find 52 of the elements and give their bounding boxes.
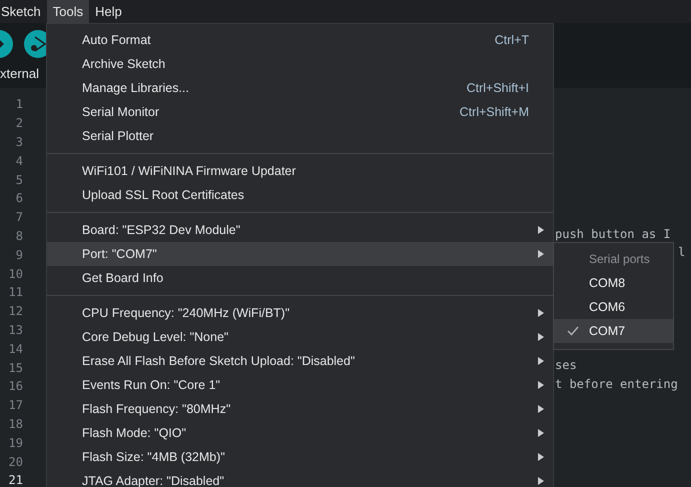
menu-item[interactable]: Core Debug Level: "None" xyxy=(47,325,553,349)
menu-item[interactable]: Auto Format Ctrl+T xyxy=(47,28,553,52)
menu-item[interactable]: Sketch xyxy=(0,0,47,23)
line-number: 7 xyxy=(14,210,23,224)
menu-item[interactable]: Flash Frequency: "80MHz" xyxy=(47,397,553,421)
line-number: 10 xyxy=(8,266,23,281)
menu-item[interactable]: Board: "ESP32 Dev Module" xyxy=(47,218,553,242)
menu-item[interactable]: Upload SSL Root Certificates xyxy=(47,183,553,207)
menu-item[interactable]: Help xyxy=(89,0,128,23)
file-tab[interactable]: xternal xyxy=(0,64,40,81)
menu-item[interactable]: Port: "COM7" xyxy=(47,242,553,266)
code-text: push button as I xyxy=(555,226,671,241)
line-number: 15 xyxy=(8,360,23,375)
port-item[interactable]: COM7 xyxy=(554,319,673,343)
menu-item[interactable]: WiFi101 / WiFiNINA Firmware Updater xyxy=(47,159,553,183)
menu-item[interactable]: Manage Libraries... Ctrl+Shift+I xyxy=(47,76,553,100)
line-number: 5 xyxy=(14,172,23,187)
menu-item[interactable]: Events Run On: "Core 1" xyxy=(47,373,553,397)
menu-item[interactable]: Erase All Flash Before Sketch Upload: "Disabled" xyxy=(47,349,553,373)
menu-item[interactable]: Serial Monitor Ctrl+Shift+M xyxy=(47,100,553,124)
line-number: 19 xyxy=(8,436,23,450)
line-number: 1 xyxy=(14,97,23,112)
play-bug-icon xyxy=(29,34,47,52)
port-item[interactable]: COM6 xyxy=(554,295,673,319)
code-text: l xyxy=(678,245,686,260)
line-number: 14 xyxy=(8,342,23,356)
line-number: 4 xyxy=(14,154,23,168)
line-number: 17 xyxy=(8,398,23,412)
code-text: ses xyxy=(555,358,577,372)
line-number: 13 xyxy=(8,322,23,337)
menu-item[interactable]: Archive Sketch xyxy=(47,52,553,76)
line-number: 6 xyxy=(14,191,23,206)
line-number: 2 xyxy=(14,116,23,130)
menu-item[interactable]: Tools xyxy=(46,0,90,23)
line-number: 9 xyxy=(14,248,23,262)
submenu-header: Serial ports xyxy=(588,251,651,268)
check-icon xyxy=(566,326,578,336)
line-number: 8 xyxy=(14,228,23,243)
line-number: 11 xyxy=(8,285,23,300)
line-number: 12 xyxy=(8,304,23,318)
menu-item[interactable]: Serial Plotter xyxy=(47,124,553,148)
line-number: 18 xyxy=(8,416,23,431)
line-number: 21 xyxy=(8,473,23,487)
menu-item[interactable]: CPU Frequency: "240MHz (WiFi/BT)" xyxy=(47,301,553,325)
menu-item[interactable]: Flash Size: "4MB (32Mb)" xyxy=(47,445,553,469)
port-item[interactable]: COM8 xyxy=(554,271,673,295)
line-number: 3 xyxy=(14,134,23,149)
line-number: 16 xyxy=(8,379,23,394)
menu-item[interactable]: Flash Mode: "QIO" xyxy=(47,421,553,445)
menu-item[interactable]: Get Board Info xyxy=(47,266,553,290)
code-text: t before entering xyxy=(555,376,678,391)
line-number: 20 xyxy=(8,454,23,469)
